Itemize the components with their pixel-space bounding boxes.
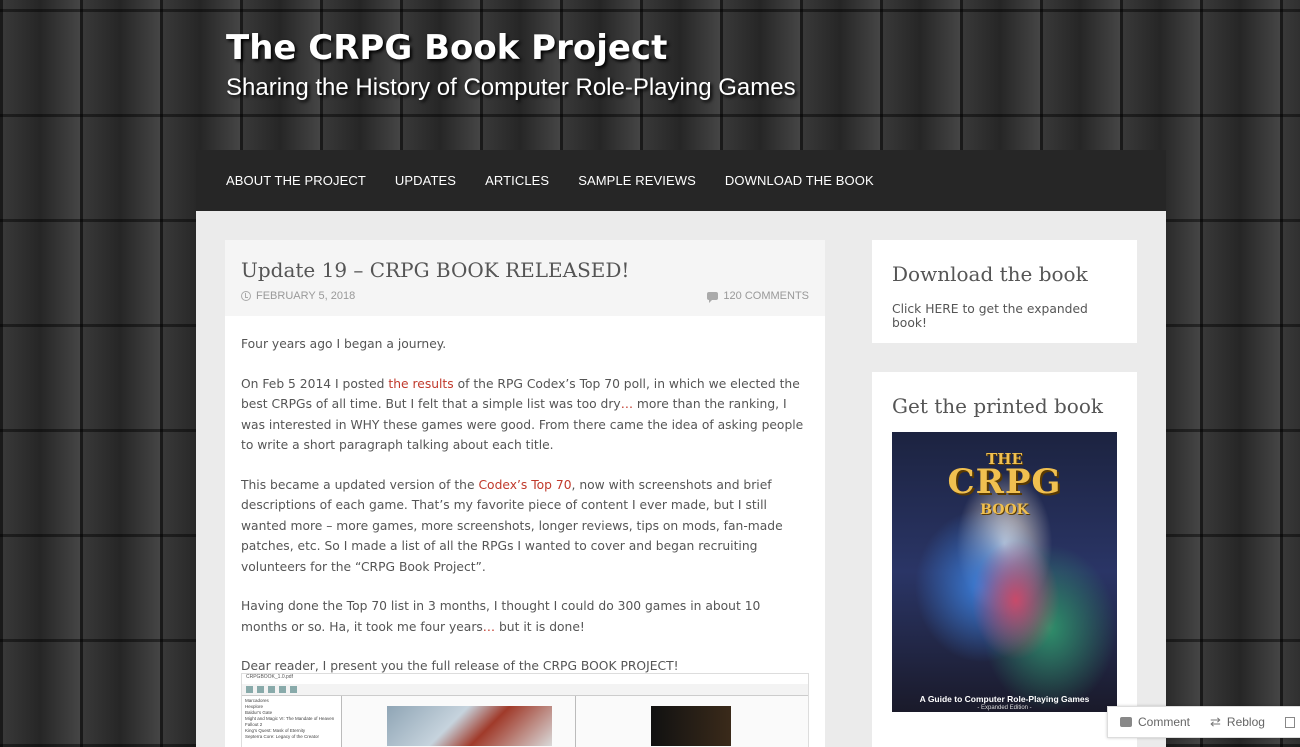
post-date-text: FEBRUARY 5, 2018 xyxy=(256,290,356,302)
game-screenshot xyxy=(387,706,552,746)
post-meta: FEBRUARY 5, 2018 120 COMMENTS xyxy=(241,290,809,303)
pdf-filename: CRPGBOOK_1.0.pdf xyxy=(246,674,293,680)
nav-item-sample-reviews[interactable]: SAMPLE REVIEWS xyxy=(578,173,696,188)
pdf-screenshot-image[interactable]: CRPGBOOK_1.0.pdf Marcadores Hexplore Bal… xyxy=(241,673,809,747)
toolbar-icon xyxy=(279,686,286,693)
printed-book-widget: Get the printed book THE CRPG BOOK A Gui… xyxy=(872,372,1137,747)
book-cover-image[interactable]: THE CRPG BOOK A Guide to Computer Role-P… xyxy=(892,432,1117,712)
paragraph-4: Having done the Top 70 list in 3 months,… xyxy=(241,596,809,637)
site-tagline: Sharing the History of Computer Role-Pla… xyxy=(226,74,796,101)
cover-subtitle: A Guide to Computer Role-Playing Games xyxy=(919,694,1090,704)
text-span: This became a updated version of the xyxy=(241,477,479,492)
download-widget: Download the book Click HERE to get the … xyxy=(872,240,1137,343)
pdf-page-right xyxy=(575,696,808,747)
post-comments-link[interactable]: 120 COMMENTS xyxy=(707,290,809,303)
codex-top-70-link[interactable]: Codex’s Top 70 xyxy=(478,478,571,492)
game-screenshot xyxy=(650,706,731,746)
toolbar-icon xyxy=(257,686,264,693)
post-date[interactable]: FEBRUARY 5, 2018 xyxy=(241,290,355,302)
cover-crpg: CRPG xyxy=(947,462,1062,502)
cover-book: BOOK xyxy=(980,502,1029,518)
cover-edition: - Expanded Edition - xyxy=(977,705,1032,711)
paragraph-2: On Feb 5 2014 I posted the results of th… xyxy=(241,374,809,456)
pdf-toolbar xyxy=(242,684,808,696)
text-span: but it is done! xyxy=(495,619,585,634)
comment-button[interactable]: Comment xyxy=(1120,715,1190,729)
printed-widget-title: Get the printed book xyxy=(892,394,1103,418)
reblog-icon: ⇄ xyxy=(1210,714,1221,729)
text-span: On Feb 5 2014 I posted xyxy=(241,376,389,391)
nav-item-about[interactable]: ABOUT THE PROJECT xyxy=(226,173,366,188)
ellipsis-link[interactable]: … xyxy=(483,620,495,634)
paragraph-3: This became a updated version of the Cod… xyxy=(241,475,809,578)
toolbar-icon xyxy=(290,686,297,693)
post-title[interactable]: Update 19 – CRPG BOOK RELEASED! xyxy=(241,258,809,282)
more-icon xyxy=(1284,716,1295,728)
pdf-panels: Marcadores Hexplore Baldur's Gate Might … xyxy=(242,696,808,747)
comment-icon xyxy=(707,292,719,303)
reblog-button[interactable]: ⇄ Reblog xyxy=(1210,714,1265,730)
toolbar-icon xyxy=(246,686,253,693)
pdf-page-left xyxy=(342,696,576,747)
post-header: Update 19 – CRPG BOOK RELEASED! FEBRUARY… xyxy=(225,240,825,316)
toolbar-icon xyxy=(268,686,275,693)
nav-item-updates[interactable]: UPDATES xyxy=(395,173,456,188)
pdf-bookmarks: Marcadores Hexplore Baldur's Gate Might … xyxy=(242,696,342,747)
post: Update 19 – CRPG BOOK RELEASED! FEBRUARY… xyxy=(225,240,825,747)
download-link[interactable]: Click HERE to get the expanded book! xyxy=(892,302,1117,330)
download-widget-title: Download the book xyxy=(892,262,1088,286)
more-button[interactable] xyxy=(1284,716,1295,728)
main-nav: ABOUT THE PROJECT UPDATES ARTICLES SAMPL… xyxy=(196,150,1166,211)
bookmark-item: Septerra Core: Legacy of the Creator xyxy=(245,734,320,739)
action-bar: Comment ⇄ Reblog xyxy=(1107,706,1300,738)
reblog-label: Reblog xyxy=(1226,715,1265,729)
content-area: Update 19 – CRPG BOOK RELEASED! FEBRUARY… xyxy=(196,211,1166,747)
ellipsis-link[interactable]: … xyxy=(621,397,633,411)
nav-item-download[interactable]: DOWNLOAD THE BOOK xyxy=(725,173,874,188)
post-body: Four years ago I began a journey. On Feb… xyxy=(225,316,825,677)
comment-label: Comment xyxy=(1138,715,1191,729)
post-comments-text: 120 COMMENTS xyxy=(723,290,809,302)
comment-bubble-icon xyxy=(1120,717,1132,727)
site-title[interactable]: The CRPG Book Project xyxy=(226,28,667,68)
nav-item-articles[interactable]: ARTICLES xyxy=(485,173,549,188)
results-link[interactable]: the results xyxy=(388,377,453,391)
clock-icon xyxy=(241,291,251,301)
paragraph-1: Four years ago I began a journey. xyxy=(241,337,447,351)
